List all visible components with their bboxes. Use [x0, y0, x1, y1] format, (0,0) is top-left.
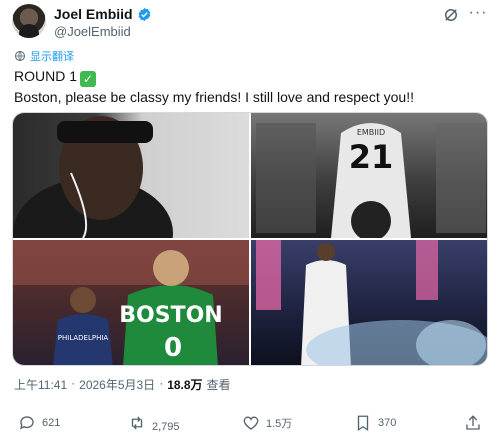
like-button[interactable]: 1.5万 [242, 414, 292, 432]
reply-count: 621 [42, 417, 61, 429]
heart-icon [243, 416, 259, 430]
show-translation-label: 显示翻译 [30, 51, 74, 63]
retweet-count: 2,795 [152, 421, 180, 433]
verified-badge-icon [137, 7, 152, 22]
share-icon [466, 415, 480, 430]
tweet-date[interactable]: 2026年5月3日 [79, 376, 155, 393]
name-line: Joel Embiid [54, 6, 152, 22]
photo3-jersey-number: 0 [164, 333, 182, 363]
bookmark-icon [357, 415, 369, 432]
retweet-icon [131, 416, 143, 430]
tweet-time[interactable]: 上午11:41 [14, 376, 67, 393]
display-name[interactable]: Joel Embiid [54, 6, 133, 22]
avatar[interactable] [12, 4, 46, 38]
bookmark-count: 370 [378, 417, 397, 429]
photo-embiid-back-jersey[interactable]: 21 EMBIID [251, 113, 487, 238]
meta-separator: · [71, 376, 76, 390]
bookmark-button[interactable]: 370 [354, 414, 396, 432]
tweet-line-1-text: ROUND 1 [14, 68, 78, 84]
tweet-line-2: Boston, please be classy my friends! I s… [14, 89, 414, 105]
media-grid[interactable]: 21 EMBIID BOSTON 0 PHILADELPHIA [12, 112, 488, 366]
tweet-meta: 上午11:41 · 2026年5月3日 · 18.8万 查看 [14, 376, 231, 393]
tweet-text: ROUND 1 ✓ Boston, please be classy my fri… [14, 66, 484, 107]
user-handle[interactable]: @JoelEmbiid [54, 24, 131, 39]
more-icon[interactable]: ··· [468, 5, 488, 24]
photo2-jersey-name: EMBIID [357, 128, 385, 137]
tweet-header: Joel Embiid @JoelEmbiid ··· [12, 4, 488, 40]
photo-embiid-sunglasses[interactable] [13, 113, 249, 238]
like-count: 1.5万 [266, 418, 293, 430]
reply-button[interactable]: 621 [18, 414, 60, 432]
retweet-button[interactable]: 2,795 [128, 414, 180, 433]
reply-icon [19, 416, 34, 430]
meta-separator-2: · [159, 376, 164, 390]
action-bar: 621 2,795 1.5万 370 [14, 414, 484, 436]
photo-pregame-intro[interactable] [251, 240, 487, 365]
photo3-shirt-text: PHILADELPHIA [58, 334, 109, 342]
tweet-line-1: ROUND 1 ✓ [14, 66, 484, 87]
views-label: 查看 [206, 378, 231, 392]
globe-translate-icon [14, 50, 26, 62]
photo2-jersey-number: 21 [349, 138, 394, 176]
show-translation-link[interactable]: 显示翻译 [14, 48, 74, 64]
check-mark-emoji-icon: ✓ [80, 71, 97, 87]
photo3-jersey-name: BOSTON [119, 303, 222, 328]
photo-boston-player[interactable]: BOSTON 0 PHILADELPHIA [13, 240, 249, 365]
view-count: 18.8万 [167, 378, 203, 392]
share-button[interactable] [464, 414, 482, 432]
grok-icon[interactable] [442, 6, 460, 24]
